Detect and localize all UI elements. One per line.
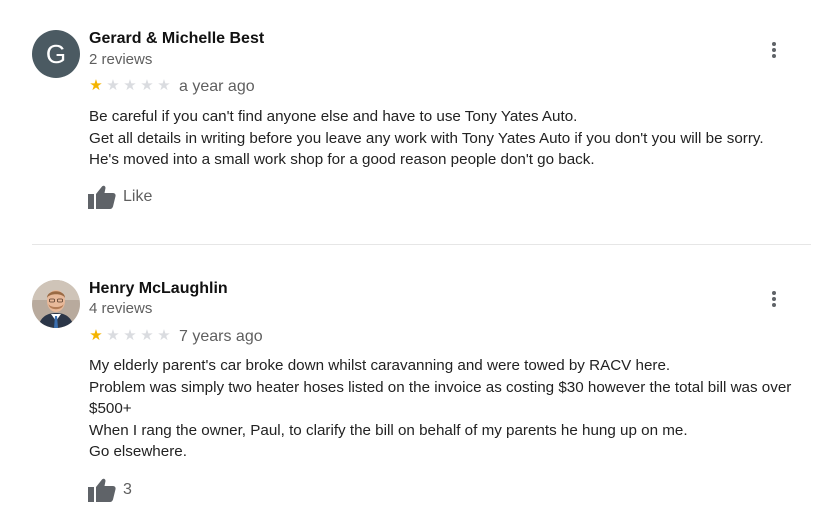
like-button[interactable]: Like	[88, 185, 152, 209]
review-line: Problem was simply two heater hoses list…	[89, 378, 792, 418]
more-vert-dot	[772, 48, 776, 52]
more-options-button[interactable]	[764, 40, 784, 64]
reviewer-name[interactable]: Gerard & Michelle Best	[89, 30, 264, 48]
reviewer-review-count: 4 reviews	[89, 300, 153, 317]
avatar[interactable]	[32, 280, 80, 328]
more-vert-icon	[772, 42, 776, 46]
review-line: Go elsewhere.	[89, 443, 187, 460]
star-empty-icon: ★	[123, 327, 137, 344]
star-empty-icon: ★	[140, 77, 154, 94]
review-line: My elderly parent's car broke down whils…	[89, 357, 671, 374]
avatar-letter: G	[45, 39, 67, 69]
review-date: 7 years ago	[179, 328, 263, 345]
star-filled-icon: ★	[89, 327, 103, 344]
more-vert-dot	[772, 297, 776, 301]
like-count: 3	[123, 481, 132, 498]
more-options-button[interactable]	[764, 289, 784, 313]
review-text: My elderly parent's car broke down whils…	[89, 355, 817, 463]
star-rating: ★ ★ ★ ★ ★	[88, 78, 172, 94]
star-empty-icon: ★	[106, 327, 120, 344]
reviewer-review-count: 2 reviews	[89, 51, 153, 68]
more-vert-dot	[772, 303, 776, 307]
thumbs-up-icon	[88, 478, 116, 502]
avatar[interactable]: G	[32, 30, 80, 78]
review-text: Be careful if you can't find anyone else…	[89, 106, 817, 171]
star-rating: ★ ★ ★ ★ ★	[88, 328, 172, 344]
profile-photo-icon	[32, 280, 80, 328]
star-empty-icon: ★	[123, 77, 137, 94]
review-line: He's moved into a small work shop for a …	[89, 151, 595, 168]
star-filled-icon: ★	[89, 77, 103, 94]
review-line: Get all details in writing before you le…	[89, 129, 764, 147]
review-line: When I rang the owner, Paul, to clarify …	[89, 421, 688, 439]
more-vert-icon	[772, 291, 776, 295]
star-empty-icon: ★	[140, 327, 154, 344]
reviewer-name[interactable]: Henry McLaughlin	[89, 280, 228, 298]
like-button[interactable]: 3	[88, 478, 132, 502]
star-empty-icon: ★	[157, 77, 171, 94]
review-date: a year ago	[179, 78, 255, 95]
like-label: Like	[123, 188, 153, 205]
star-empty-icon: ★	[157, 327, 171, 344]
more-vert-dot	[772, 54, 776, 58]
thumbs-up-icon	[88, 185, 116, 209]
review-line: Be careful if you can't find anyone else…	[89, 108, 578, 125]
star-empty-icon: ★	[106, 77, 120, 94]
review-divider	[32, 244, 811, 245]
